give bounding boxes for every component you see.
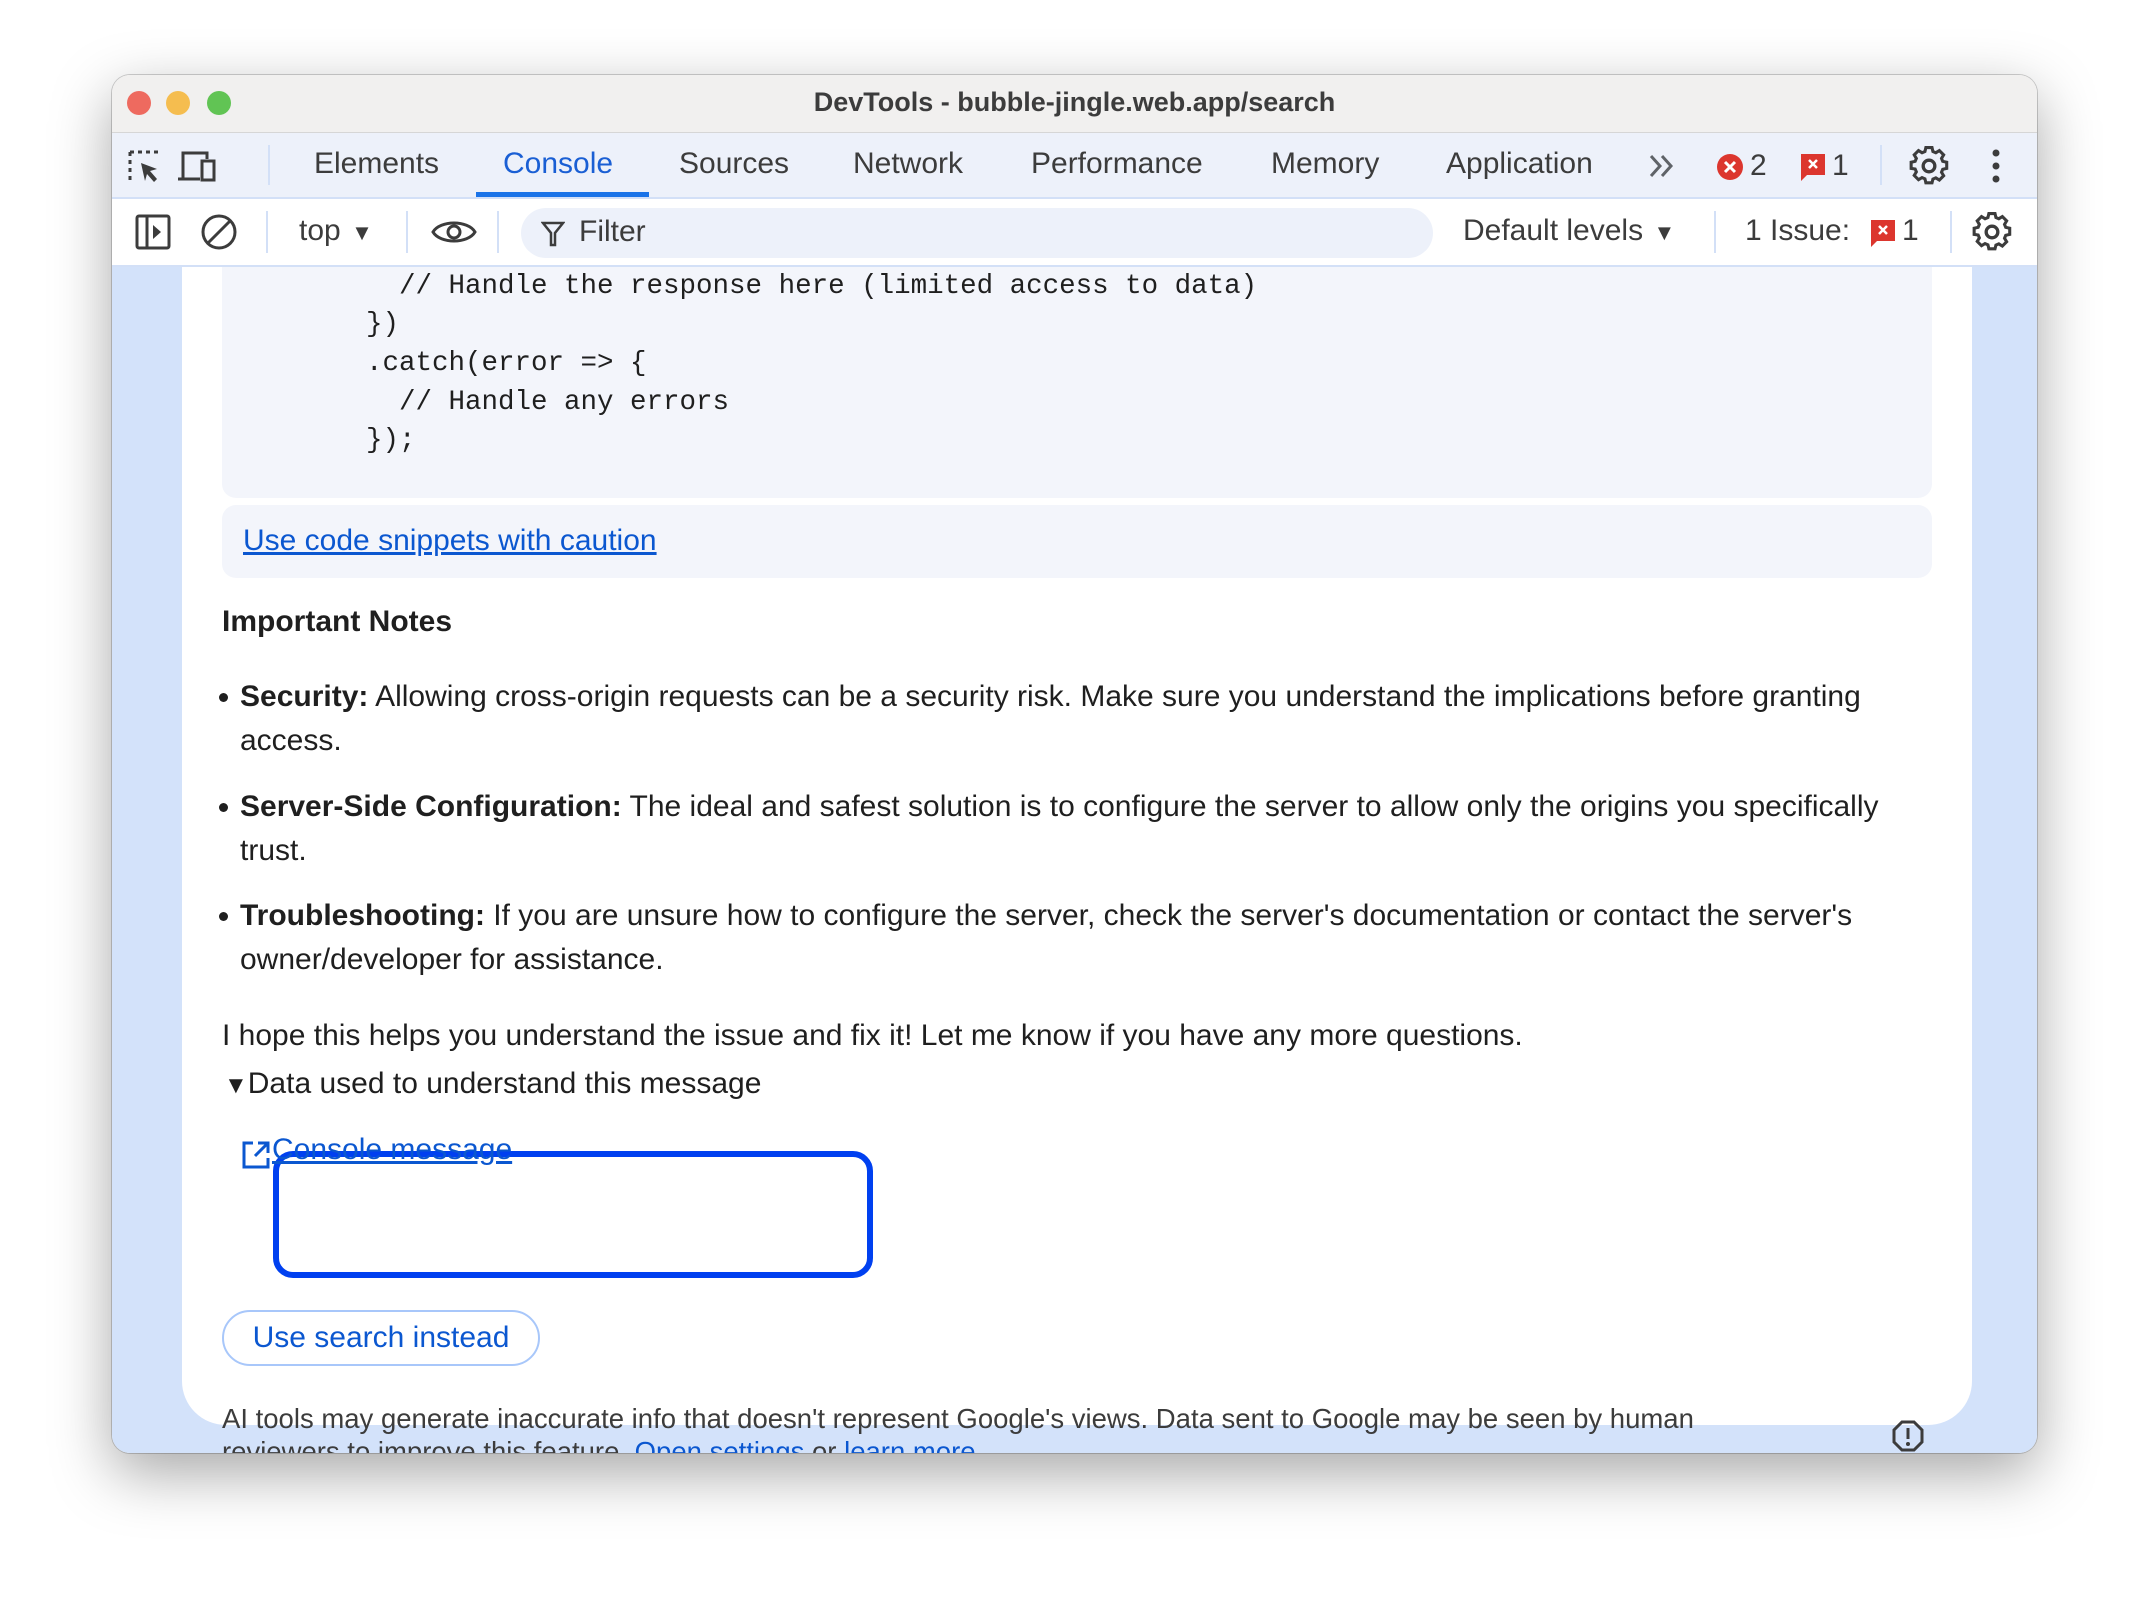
filter-placeholder: Filter <box>579 215 646 248</box>
issue-count[interactable]: 1 <box>1832 149 1849 183</box>
tab-elements[interactable]: Elements <box>314 147 439 181</box>
learn-more-link[interactable]: learn more <box>844 1436 975 1453</box>
list-item: Troubleshooting: If you are unsure how t… <box>219 894 1880 982</box>
issue-icon <box>1871 220 1895 247</box>
issues-link[interactable]: 1 Issue: <box>1745 214 1850 248</box>
issue-icon[interactable] <box>1800 153 1826 183</box>
note-term: Security: <box>240 680 369 713</box>
use-search-button[interactable]: Use search instead <box>222 1310 540 1366</box>
disclaimer: AI tools may generate inaccurate info th… <box>222 1402 1742 1453</box>
external-link-icon <box>242 1141 270 1169</box>
title-bar: DevTools - bubble-jingle.web.app/search <box>112 75 2037 133</box>
active-tab-indicator <box>476 192 649 197</box>
tab-performance[interactable]: Performance <box>1031 147 1203 181</box>
code-line: // Handle any errors <box>366 387 730 418</box>
settings-gear-icon[interactable] <box>1909 146 1949 186</box>
inspect-element-icon[interactable] <box>127 149 163 185</box>
context-value: top <box>299 214 341 247</box>
note-term: Troubleshooting: <box>240 899 485 932</box>
code-line: .catch(error => { <box>366 348 647 379</box>
console-settings-gear-icon[interactable] <box>1972 212 2012 252</box>
sidebar-toggle-icon[interactable] <box>135 214 171 250</box>
report-feedback-icon[interactable] <box>1892 1420 1924 1452</box>
code-line: }) <box>366 309 400 340</box>
tab-network[interactable]: Network <box>853 147 963 181</box>
disclaimer-or: or <box>804 1436 845 1453</box>
bullet <box>219 912 228 921</box>
dropdown-arrow-icon: ▼ <box>1653 220 1676 245</box>
data-used-summary: Data used to understand this message <box>247 1067 762 1100</box>
console-toolbar: top ▼ Filter Default levels ▼ 1 Issue: 1 <box>112 199 2037 267</box>
caution-banner: Use code snippets with caution <box>222 505 1932 578</box>
code-caution-link[interactable]: Use code snippets with caution <box>243 519 657 563</box>
highlight-box <box>273 1151 873 1278</box>
tab-sources[interactable]: Sources <box>679 147 789 181</box>
error-count[interactable]: 2 <box>1750 149 1767 183</box>
code-line: }); <box>366 425 416 456</box>
note-text: Allowing cross-origin requests can be a … <box>240 680 1861 757</box>
tab-console[interactable]: Console <box>503 147 613 181</box>
divider <box>1880 145 1882 185</box>
divider <box>1950 211 1952 253</box>
tab-application[interactable]: Application <box>1446 147 1593 181</box>
issues-count: 1 <box>1902 214 1919 247</box>
note-term: Server-Side Configuration: <box>240 790 622 823</box>
log-levels-value: Default levels <box>1463 214 1644 247</box>
log-levels-dropdown[interactable]: Default levels ▼ <box>1463 214 1675 248</box>
panel-tab-bar: Elements Console Sources Network Perform… <box>112 133 2037 199</box>
console-message-link[interactable]: Console message <box>272 1133 512 1167</box>
triangle-down-icon: ▼ <box>224 1072 248 1099</box>
clear-console-icon[interactable] <box>200 213 238 251</box>
live-expression-eye-icon[interactable] <box>430 216 478 248</box>
context-selector[interactable]: top ▼ <box>299 214 373 248</box>
code-line: // Handle the response here (limited acc… <box>366 271 1258 302</box>
list-item: Security: Allowing cross-origin requests… <box>219 675 1880 763</box>
list-item: Server-Side Configuration: The ideal and… <box>219 785 1880 873</box>
notes-heading: Important Notes <box>222 605 453 638</box>
divider <box>406 211 408 253</box>
device-toolbar-icon[interactable] <box>176 149 218 185</box>
data-used-disclosure[interactable]: ▼Data used to understand this message <box>224 1067 761 1101</box>
dropdown-arrow-icon: ▼ <box>351 220 373 245</box>
error-icon[interactable] <box>1716 153 1744 181</box>
filter-input[interactable]: Filter <box>521 208 1433 258</box>
code-block: // Handle the response here (limited acc… <box>222 267 1932 498</box>
divider <box>1714 211 1716 253</box>
tab-memory[interactable]: Memory <box>1271 147 1379 181</box>
devtools-window: DevTools - bubble-jingle.web.app/search … <box>112 75 2037 1453</box>
more-tabs-icon[interactable] <box>1647 153 1677 179</box>
bullet <box>219 693 228 702</box>
divider <box>497 211 499 253</box>
window-title: DevTools - bubble-jingle.web.app/search <box>813 87 1336 117</box>
divider <box>268 145 270 185</box>
closing-message: I hope this helps you understand the iss… <box>222 1019 1523 1052</box>
bullet <box>219 803 228 812</box>
filter-icon <box>541 221 565 247</box>
open-settings-link[interactable]: Open settings <box>635 1436 805 1453</box>
ai-response-card: // Handle the response here (limited acc… <box>182 267 1972 1453</box>
divider <box>266 211 268 253</box>
console-content: // Handle the response here (limited acc… <box>112 267 2037 1453</box>
more-options-icon[interactable] <box>1989 147 2003 185</box>
